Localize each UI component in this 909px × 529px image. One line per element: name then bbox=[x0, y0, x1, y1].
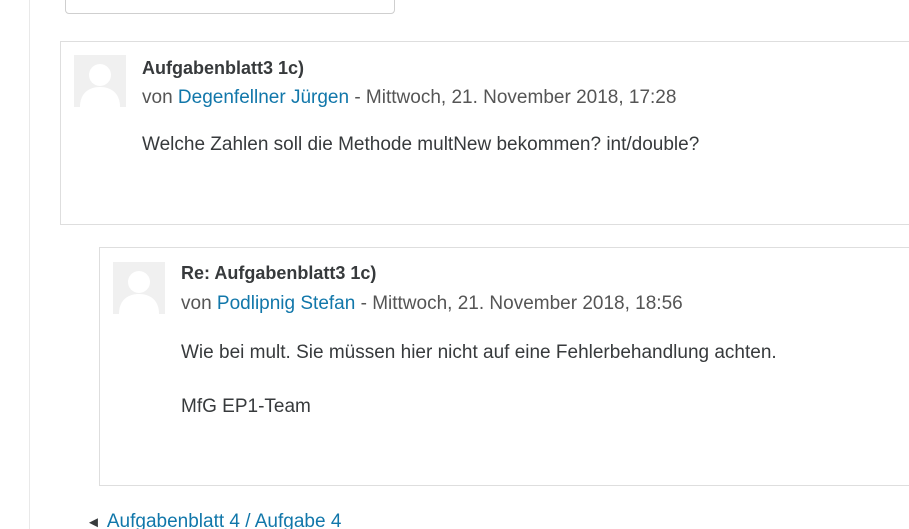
author-link[interactable]: Podlipnig Stefan bbox=[217, 293, 355, 314]
post-subject: Re: Aufgabenblatt3 1c) bbox=[181, 263, 377, 283]
post-date: - Mittwoch, 21. November 2018, 17:28 bbox=[354, 87, 677, 108]
post-content-paragraph: Welche Zahlen soll die Methode multNew b… bbox=[142, 134, 700, 155]
left-triangle-arrow-icon: ◄ bbox=[86, 514, 101, 529]
post-byline: von Podlipnig Stefan - Mittwoch, 21. Nov… bbox=[181, 292, 683, 316]
forum-post: Aufgabenblatt3 1c) von Degenfellner Jürg… bbox=[60, 41, 909, 225]
left-divider bbox=[29, 0, 30, 529]
forum-reply-post: Re: Aufgabenblatt3 1c) von Podlipnig Ste… bbox=[99, 247, 909, 486]
byline-prefix: von bbox=[142, 87, 173, 108]
user-avatar-icon[interactable] bbox=[74, 55, 126, 107]
user-avatar-icon[interactable] bbox=[113, 262, 165, 314]
post-date: - Mittwoch, 21. November 2018, 18:56 bbox=[360, 293, 683, 314]
post-subject: Aufgabenblatt3 1c) bbox=[142, 58, 305, 78]
author-link[interactable]: Degenfellner Jürgen bbox=[178, 87, 349, 108]
previous-discussion-nav: ◄ Aufgabenblatt 4 / Aufgabe 4 bbox=[86, 510, 341, 529]
post-signature: MfG EP1-Team bbox=[181, 396, 311, 417]
forum-discussion-page: Aufgabenblatt3 1c) von Degenfellner Jürg… bbox=[0, 0, 909, 529]
top-select-control[interactable] bbox=[65, 0, 395, 14]
post-byline: von Degenfellner Jürgen - Mittwoch, 21. … bbox=[142, 86, 676, 110]
post-content-paragraph: Wie bei mult. Sie müssen hier nicht auf … bbox=[181, 342, 777, 363]
byline-prefix: von bbox=[181, 293, 212, 314]
previous-discussion-link[interactable]: Aufgabenblatt 4 / Aufgabe 4 bbox=[107, 511, 342, 529]
